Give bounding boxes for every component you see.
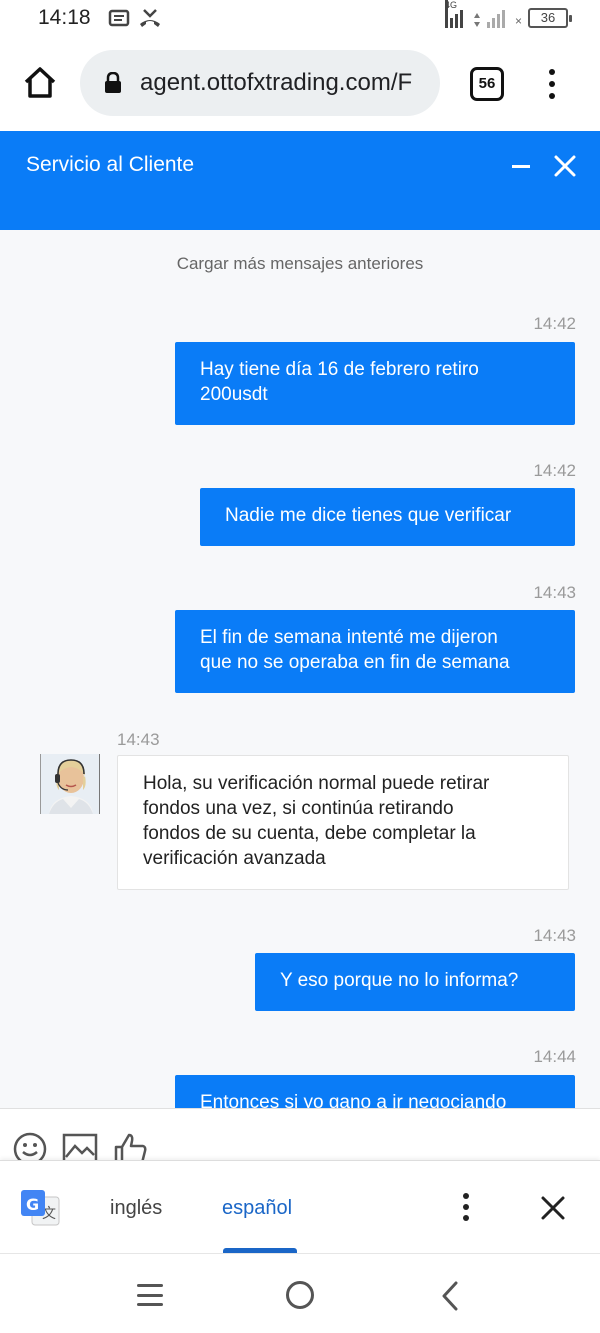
status-bar: 14:18 4G × 36 bbox=[0, 0, 600, 40]
chat-header: Servicio al Cliente bbox=[0, 131, 600, 230]
battery-icon: 36 bbox=[528, 8, 572, 28]
thumbs-up-button[interactable] bbox=[112, 1131, 148, 1160]
menu-dot bbox=[463, 1204, 469, 1210]
close-chat-button[interactable] bbox=[552, 153, 578, 179]
image-icon bbox=[62, 1133, 98, 1160]
message-timestamp: 14:43 bbox=[533, 583, 576, 602]
chat-messages-area[interactable]: Cargar más mensajes anteriores 14:42 Hay… bbox=[0, 230, 600, 1108]
status-indicators: 4G × 36 bbox=[444, 0, 572, 28]
outgoing-message: El fin de semana intenté me dijeron que … bbox=[175, 610, 575, 693]
chat-title: Servicio al Cliente bbox=[26, 153, 195, 176]
url-text: agent.ottofxtrading.com/F bbox=[140, 69, 413, 96]
outgoing-message: Hay tiene día 16 de febrero retiro 200us… bbox=[175, 342, 575, 425]
google-translate-icon: 文 G bbox=[21, 1190, 60, 1226]
recent-apps-line bbox=[137, 1303, 163, 1306]
message-text-line: Hola, su verificación normal puede retir… bbox=[143, 773, 490, 794]
outgoing-message: Y eso porque no lo informa? bbox=[255, 953, 575, 1011]
home-button[interactable] bbox=[20, 62, 60, 102]
message-text-line: fondos de su cuenta, debe completar la bbox=[143, 823, 476, 844]
message-timestamp: 14:43 bbox=[533, 926, 576, 945]
message-timestamp: 14:43 bbox=[117, 730, 160, 749]
message-timestamp: 14:42 bbox=[533, 461, 576, 480]
target-language-tab[interactable]: español bbox=[222, 1197, 292, 1220]
translate-bar: 文 G inglés español bbox=[0, 1160, 600, 1253]
message-text-line: Entonces si yo gano a ir negociando bbox=[200, 1092, 507, 1108]
address-bar[interactable]: agent.ottofxtrading.com/F bbox=[80, 50, 440, 116]
recent-apps-line bbox=[137, 1293, 163, 1297]
missed-call-icon bbox=[140, 9, 160, 27]
agent-avatar bbox=[40, 754, 100, 814]
menu-dot bbox=[549, 81, 555, 87]
secondary-signal-icon bbox=[486, 6, 509, 28]
thumbs-up-icon bbox=[114, 1133, 147, 1160]
status-time: 14:18 bbox=[38, 6, 91, 29]
menu-dot bbox=[463, 1215, 469, 1221]
message-timestamp: 14:44 bbox=[533, 1047, 576, 1066]
signal-strength-icon: 4G bbox=[444, 0, 467, 28]
load-more-link[interactable]: Cargar más mensajes anteriores bbox=[0, 254, 600, 274]
message-text-line: fondos una vez, si continúa retirando bbox=[143, 798, 454, 819]
close-icon bbox=[554, 155, 576, 177]
message-text-line: Hay tiene día 16 de febrero retiro bbox=[200, 359, 479, 380]
message-text-line: Y eso porque no lo informa? bbox=[280, 970, 519, 991]
system-navigation-bar bbox=[0, 1253, 600, 1333]
image-upload-button[interactable] bbox=[62, 1131, 98, 1160]
recent-apps-button[interactable] bbox=[137, 1284, 163, 1306]
message-text-line: Nadie me dice tienes que verificar bbox=[225, 505, 512, 526]
close-icon bbox=[541, 1196, 565, 1220]
google-translate-button[interactable]: 文 G bbox=[20, 1188, 60, 1228]
no-signal-x-icon: × bbox=[514, 14, 522, 28]
menu-dot bbox=[549, 69, 555, 75]
notification-message-icon bbox=[108, 9, 130, 27]
message-timestamp: 14:42 bbox=[533, 314, 576, 333]
home-icon bbox=[24, 67, 56, 98]
emoji-icon bbox=[13, 1132, 47, 1160]
message-text-line: 200usdt bbox=[200, 384, 268, 405]
incoming-message: Hola, su verificación normal puede retir… bbox=[117, 755, 569, 890]
minimize-button[interactable] bbox=[509, 159, 535, 175]
system-back-button[interactable] bbox=[437, 1281, 463, 1311]
emoji-button[interactable] bbox=[12, 1131, 48, 1160]
message-composer-toolbar bbox=[0, 1108, 600, 1160]
menu-dot bbox=[549, 93, 555, 99]
browser-menu-button[interactable] bbox=[540, 66, 564, 102]
tab-count: 56 bbox=[478, 75, 496, 92]
source-language-tab[interactable]: inglés bbox=[110, 1197, 162, 1220]
system-home-button[interactable] bbox=[286, 1281, 314, 1309]
message-text-line: El fin de semana intenté me dijeron bbox=[200, 627, 498, 648]
battery-level: 36 bbox=[540, 10, 556, 25]
lock-icon bbox=[105, 72, 121, 93]
data-transfer-icon bbox=[473, 13, 480, 27]
agent-avatar-image bbox=[41, 754, 99, 814]
status-notification-icons bbox=[108, 8, 162, 28]
translate-close-button[interactable] bbox=[539, 1194, 567, 1222]
back-icon bbox=[442, 1281, 458, 1311]
svg-text:G: G bbox=[26, 1195, 39, 1214]
message-text-line: verificación avanzada bbox=[143, 848, 326, 869]
recent-apps-line bbox=[137, 1284, 163, 1287]
menu-dot bbox=[463, 1193, 469, 1199]
outgoing-message: Entonces si yo gano a ir negociando bbox=[175, 1075, 575, 1108]
translate-options-button[interactable] bbox=[458, 1191, 474, 1223]
tab-switcher-button[interactable]: 56 bbox=[470, 67, 504, 101]
outgoing-message: Nadie me dice tienes que verificar bbox=[200, 488, 575, 546]
message-text-line: que no se operaba en fin de semana bbox=[200, 652, 510, 673]
browser-toolbar: agent.ottofxtrading.com/F 56 bbox=[0, 40, 600, 130]
